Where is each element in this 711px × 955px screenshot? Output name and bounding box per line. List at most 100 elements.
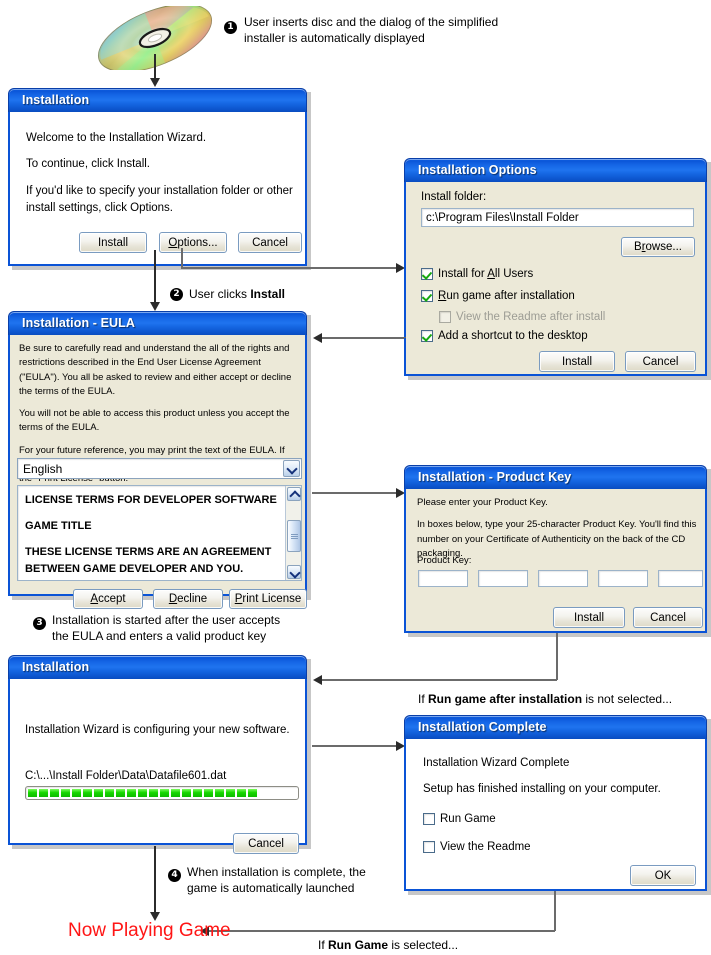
eula-accept-button[interactable]: Accept (73, 589, 143, 609)
complete-ok-button[interactable]: OK (630, 865, 696, 886)
callout-3-bullet: 3 (33, 617, 46, 630)
cond1-suffix: is not selected... (582, 692, 673, 706)
options-install-button[interactable]: Install (539, 351, 615, 372)
eula-print-license-button[interactable]: Print License (229, 589, 307, 609)
product-key-field-3[interactable] (538, 570, 588, 587)
license-text-listbox[interactable]: LICENSE TERMS FOR DEVELOPER SOFTWARE GAM… (17, 485, 302, 581)
progress-block (237, 789, 246, 797)
welcome-cancel-label: Cancel (252, 236, 288, 249)
productkey-cancel-button[interactable]: Cancel (633, 607, 703, 628)
progress-block (105, 789, 114, 797)
welcome-options-button[interactable]: Options... (159, 232, 227, 253)
title-bar[interactable]: Installation (8, 655, 307, 679)
progress-current-file: C:\...\Install Folder\Data\Datafile601.d… (25, 770, 227, 782)
checkbox-box (423, 841, 435, 853)
browse-button[interactable]: Browse... (621, 237, 695, 257)
checkbox-add-shortcut-to-desktop[interactable]: Add a shortcut to the desktop (421, 330, 588, 342)
connector-complete-to-final (207, 930, 555, 932)
title-bar[interactable]: Installation Complete (404, 715, 707, 739)
scroll-up-button[interactable] (287, 487, 301, 501)
window-client-area: Install folder: c:\Program Files\Install… (406, 182, 705, 374)
accept-label: ccept (98, 593, 126, 605)
welcome-install-label: Install (97, 236, 129, 249)
progress-block (83, 789, 92, 797)
progress-block (171, 789, 180, 797)
arrowhead-options-to-eula (313, 333, 322, 343)
productkey-install-label: Install (573, 611, 605, 624)
productkey-cancel-label: Cancel (650, 611, 686, 624)
checkbox-run-game-after-installation[interactable]: Run game after installation (421, 290, 575, 302)
installation-product-key-dialog: Installation - Product Key Please enter … (404, 465, 711, 637)
progress-block (138, 789, 147, 797)
window-client-area: Installation Wizard is configuring your … (10, 679, 305, 854)
checkbox-view-readme-after-install: View the Readme after install (439, 311, 605, 323)
scrollbar-thumb[interactable] (287, 520, 301, 552)
print-label: rint License (242, 593, 302, 605)
progress-block (226, 789, 235, 797)
chevron-down-icon[interactable] (283, 460, 300, 477)
welcome-options-accel: O (168, 236, 178, 249)
progress-block (61, 789, 70, 797)
product-key-field-1[interactable] (418, 570, 468, 587)
checkbox-label: View the Readme after install (456, 311, 606, 323)
welcome-line-1: Welcome to the Installation Wizard. (26, 132, 207, 144)
progress-block (182, 789, 191, 797)
progress-block (116, 789, 125, 797)
checkbox-label: Run Game (440, 813, 496, 825)
connector-options-h (181, 267, 400, 269)
connector-install-to-eula (154, 250, 156, 306)
callout-1-number: 1 (227, 22, 234, 32)
progress-cancel-label: Cancel (248, 837, 284, 850)
license-para-2: GAME TITLE (25, 520, 92, 533)
checkbox-box (423, 813, 435, 825)
installation-complete-dialog: Installation Complete Installation Wizar… (404, 715, 711, 895)
product-key-field-2[interactable] (478, 570, 528, 587)
install-folder-label: Install folder: (421, 191, 487, 203)
productkey-install-button[interactable]: Install (553, 607, 625, 628)
callout-1-bullet: 1 (224, 21, 237, 34)
checkbox-install-for-all-users[interactable]: Install for All Users (421, 268, 533, 280)
progress-block (193, 789, 202, 797)
license-para-3: THESE LICENSE TERMS ARE AN AGREEMENT BET… (25, 546, 272, 576)
install-folder-input[interactable]: c:\Program Files\Install Folder (421, 208, 694, 227)
title-bar[interactable]: Installation (8, 88, 307, 112)
checkbox-label: View the Readme (440, 841, 531, 853)
language-select[interactable]: English (17, 458, 302, 479)
welcome-cancel-button[interactable]: Cancel (238, 232, 302, 253)
connector-progress-to-final (154, 846, 156, 918)
progress-block (94, 789, 103, 797)
title-bar[interactable]: Installation - EULA (8, 311, 307, 335)
product-key-field-4[interactable] (598, 570, 648, 587)
window-client-area: Welcome to the Installation Wizard. To c… (10, 112, 305, 264)
title-bar[interactable]: Installation Options (404, 158, 707, 182)
decline-accel: D (168, 593, 178, 605)
welcome-install-button[interactable]: Install (79, 232, 147, 253)
welcome-line-3: If you'd like to specify your installati… (26, 184, 293, 214)
checkbox-view-readme[interactable]: View the Readme (423, 841, 531, 853)
title-bar[interactable]: Installation - Product Key (404, 465, 707, 489)
progress-block (149, 789, 158, 797)
checkbox-run-game[interactable]: Run Game (423, 813, 496, 825)
cond2-bold: Run Game (328, 938, 389, 952)
cb0-pre: Install for (438, 268, 488, 280)
cb1-post: un game after installation (446, 290, 575, 302)
window-title: Installation (22, 93, 90, 107)
scroll-down-button[interactable] (287, 565, 301, 579)
productkey-line-1: Please enter your Product Key. (417, 497, 548, 508)
install-folder-value: c:\Program Files\Install Folder (426, 211, 579, 224)
product-key-field-5[interactable] (658, 570, 703, 587)
callout-2-number: 2 (173, 289, 180, 299)
window-frame: Install folder: c:\Program Files\Install… (404, 182, 707, 376)
progress-cancel-button[interactable]: Cancel (233, 833, 299, 854)
progress-block (204, 789, 213, 797)
license-scrollbar[interactable] (285, 486, 301, 580)
progress-block (72, 789, 81, 797)
arrowhead-install-to-eula (150, 302, 160, 311)
options-cancel-button[interactable]: Cancel (625, 351, 696, 372)
eula-decline-button[interactable]: Decline (153, 589, 223, 609)
window-title: Installation - EULA (22, 316, 136, 330)
callout-4-number: 4 (171, 870, 178, 880)
checkbox-label: Run game after installation (438, 290, 575, 302)
window-title: Installation - Product Key (418, 470, 572, 484)
arrowhead-productkey-to-progress (313, 675, 322, 685)
